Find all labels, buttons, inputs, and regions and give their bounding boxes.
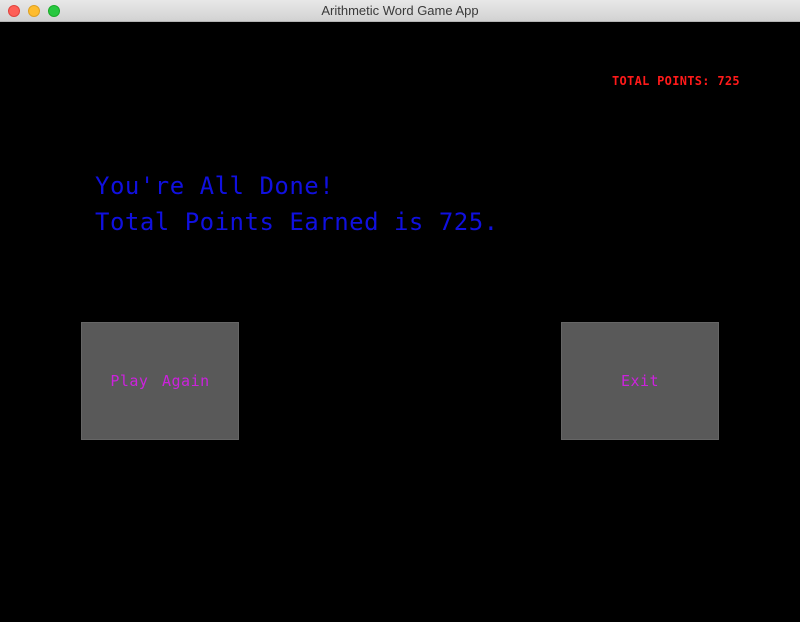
- points-earned-text: Total Points Earned is 725.: [95, 208, 499, 236]
- play-again-button[interactable]: Play Again: [81, 322, 239, 440]
- total-points-display: TOTAL POINTS: 725: [612, 74, 740, 88]
- play-again-label: Play Again: [110, 372, 210, 390]
- completion-heading: You're All Done!: [95, 172, 335, 200]
- title-bar[interactable]: Arithmetic Word Game App: [0, 0, 800, 22]
- window-title: Arithmetic Word Game App: [321, 3, 479, 18]
- exit-label: Exit: [620, 372, 660, 390]
- app-window: Arithmetic Word Game App TOTAL POINTS: 7…: [0, 0, 800, 622]
- exit-button[interactable]: Exit: [561, 322, 719, 440]
- completion-message: You're All Done! Total Points Earned is …: [95, 168, 499, 240]
